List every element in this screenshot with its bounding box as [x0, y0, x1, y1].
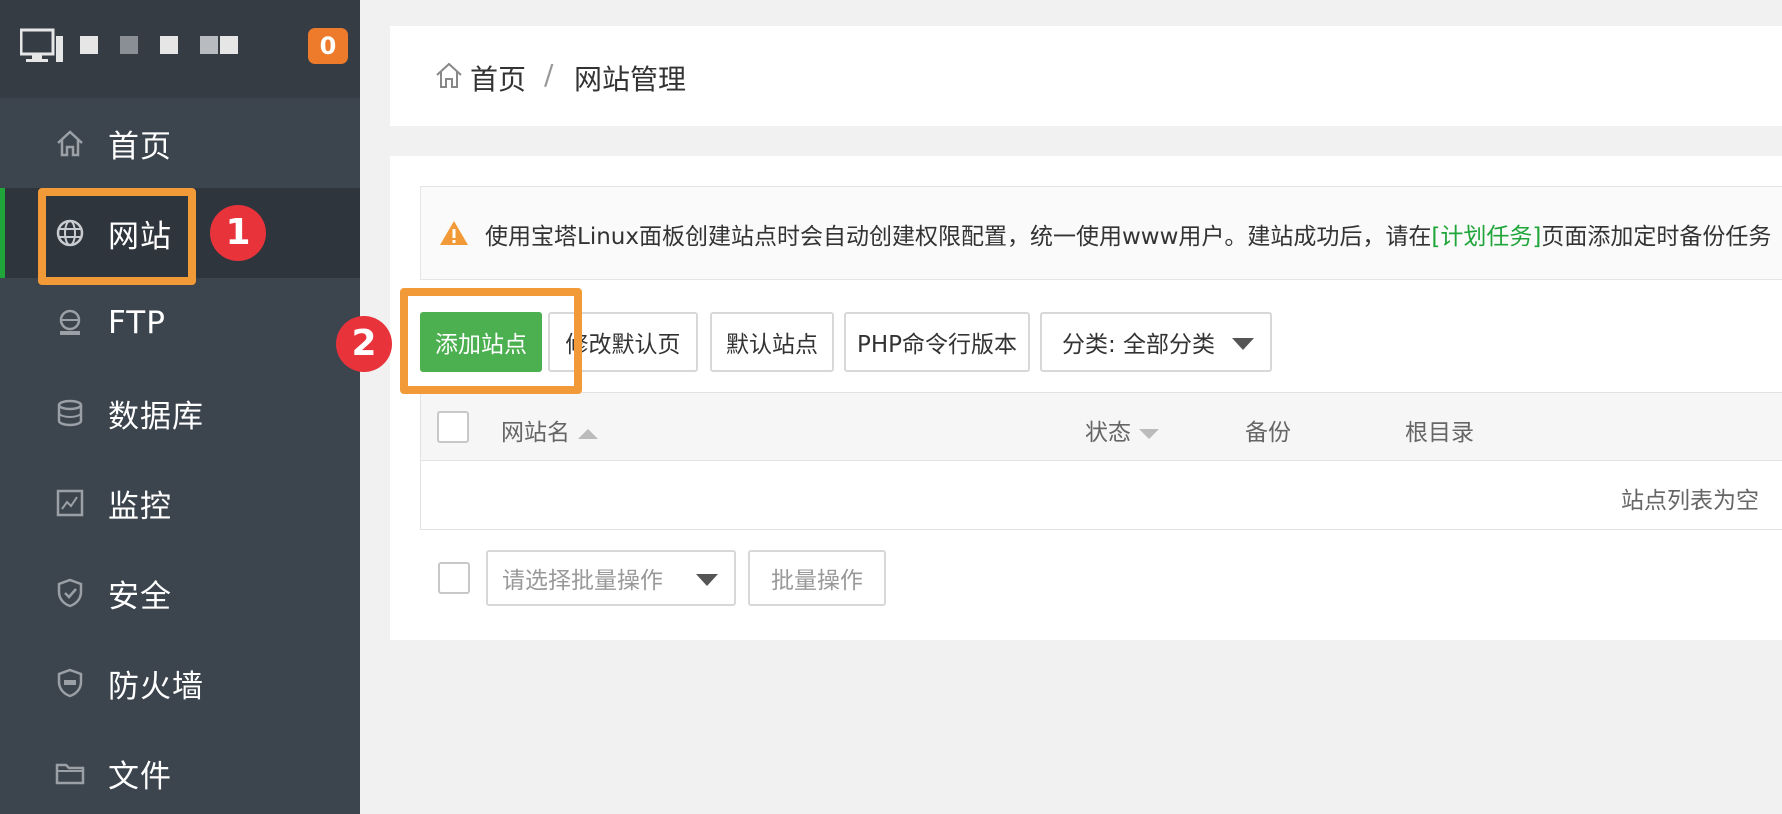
sidebar: 0 首页 网站 FTP 数据库 监控 安全 防火墙 文件: [0, 0, 360, 814]
sidebar-item-label: 防火墙: [108, 668, 204, 705]
column-status[interactable]: 状态: [1085, 413, 1159, 447]
chevron-down-icon: [1232, 338, 1254, 350]
sidebar-item-ftp[interactable]: FTP: [0, 278, 360, 368]
table-header: 网站名 状态 备份 根目录: [421, 393, 1782, 461]
database-icon: [57, 399, 83, 427]
server-ip-masked: [80, 36, 98, 54]
step2-highlight: [400, 288, 582, 394]
cron-task-link[interactable]: [计划任务]: [1431, 224, 1541, 250]
step1-badge: 1: [210, 205, 266, 261]
sidebar-item-firewall[interactable]: 防火墙: [0, 638, 360, 728]
batch-action-select[interactable]: 请选择批量操作: [486, 550, 736, 606]
notification-badge[interactable]: 0: [308, 28, 348, 64]
sort-desc-icon: [1139, 428, 1159, 439]
breadcrumb-current: 网站管理: [574, 63, 687, 96]
notice-text-part: 使用宝塔Linux面板创建站点时会自动创建权限配置，统一使用www用户。建站成功…: [485, 224, 1432, 250]
category-select-value: 分类: 全部分类: [1062, 332, 1216, 358]
breadcrumb-home[interactable]: 首页: [470, 58, 526, 98]
default-site-button[interactable]: 默认站点: [710, 312, 834, 372]
sidebar-item-home[interactable]: 首页: [0, 98, 360, 188]
shield-icon: [57, 578, 83, 608]
batch-action-placeholder: 请选择批量操作: [502, 568, 663, 594]
site-table: 网站名 状态 备份 根目录 站点列表为空: [420, 392, 1782, 530]
notice-text-part: 页面添加定时备份任务: [1541, 224, 1772, 250]
batch-action-button[interactable]: 批量操作: [748, 550, 886, 606]
notice-text: 使用宝塔Linux面板创建站点时会自动创建权限配置，统一使用www用户。建站成功…: [485, 217, 1771, 251]
home-icon: [57, 130, 83, 157]
sidebar-item-database[interactable]: 数据库: [0, 368, 360, 458]
sidebar-item-label: 文件: [108, 758, 172, 795]
sidebar-item-label: 安全: [108, 578, 172, 615]
warning-icon: [440, 221, 468, 245]
server-ip-masked: [120, 36, 138, 54]
computer-icon: [20, 28, 63, 62]
column-backup: 备份: [1245, 420, 1291, 446]
sidebar-item-label: 监控: [108, 488, 172, 525]
server-ip-masked: [220, 36, 238, 54]
php-cli-version-button[interactable]: PHP命令行版本: [844, 312, 1030, 372]
step2-badge: 2: [336, 316, 392, 372]
ftp-icon: [59, 309, 81, 335]
empty-list-message: 站点列表为空: [1621, 488, 1759, 514]
monitor-icon: [56, 489, 84, 517]
select-all-checkbox[interactable]: [437, 411, 469, 443]
sidebar-item-label: 首页: [108, 128, 172, 165]
sort-asc-icon: [578, 428, 598, 439]
sidebar-item-files[interactable]: 文件: [0, 728, 360, 814]
column-label: 网站名: [501, 420, 570, 446]
server-header: 0: [0, 0, 360, 98]
server-ip-masked: [160, 36, 178, 54]
batch-select-checkbox[interactable]: [438, 562, 470, 594]
server-ip-masked: [200, 36, 218, 54]
breadcrumb: 首页 / 网站管理: [390, 26, 1782, 126]
breadcrumb-separator: /: [544, 58, 554, 91]
column-site-name[interactable]: 网站名: [501, 413, 598, 447]
home-icon[interactable]: [434, 60, 464, 90]
sidebar-item-label: FTP: [108, 305, 166, 341]
column-label: 状态: [1085, 420, 1131, 446]
step1-highlight: [38, 188, 196, 285]
site-management-panel: 使用宝塔Linux面板创建站点时会自动创建权限配置，统一使用www用户。建站成功…: [390, 156, 1782, 640]
sidebar-item-label: 数据库: [108, 398, 204, 435]
waf-icon: [57, 668, 83, 698]
chevron-down-icon: [696, 574, 718, 586]
sidebar-item-monitor[interactable]: 监控: [0, 458, 360, 548]
column-root-dir: 根目录: [1405, 420, 1474, 446]
notice-alert: 使用宝塔Linux面板创建站点时会自动创建权限配置，统一使用www用户。建站成功…: [420, 186, 1782, 280]
sidebar-item-security[interactable]: 安全: [0, 548, 360, 638]
folder-icon: [55, 763, 85, 785]
category-select[interactable]: 分类: 全部分类: [1040, 312, 1272, 372]
